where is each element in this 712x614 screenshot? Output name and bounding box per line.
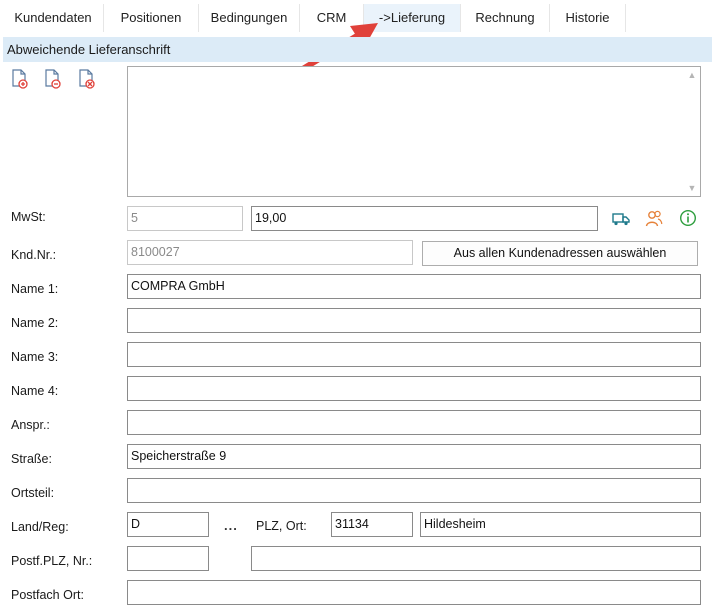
ort-field[interactable]: Hildesheim	[420, 512, 701, 537]
name3-field[interactable]	[127, 342, 701, 367]
select-customer-address-button[interactable]: Aus allen Kundenadressen auswählen	[422, 241, 698, 266]
name2-field[interactable]	[127, 308, 701, 333]
name4-field[interactable]	[127, 376, 701, 401]
address-textarea[interactable]: ▲ ▼	[127, 66, 701, 197]
ortsteil-label: Ortsteil:	[11, 486, 55, 500]
mwst-rate-field[interactable]: 19,00	[251, 206, 598, 231]
land-lookup-button[interactable]: ...	[224, 518, 238, 533]
name2-label: Name 2:	[11, 316, 59, 330]
section-title: Abweichende Lieferanschrift	[7, 42, 171, 57]
postf-plz-field[interactable]	[127, 546, 209, 571]
kndnr-field[interactable]: 8100027	[127, 240, 413, 265]
postf-label: Postf.PLZ, Nr.:	[11, 554, 93, 568]
mwst-code-field[interactable]: 5	[127, 206, 243, 231]
name1-field[interactable]: COMPRA GmbH	[127, 274, 701, 299]
tab-rechnung[interactable]: Rechnung	[461, 4, 550, 32]
document-delete-icon[interactable]	[78, 69, 96, 89]
land-field[interactable]: D	[127, 512, 209, 537]
kndnr-label: Knd.Nr.:	[11, 248, 57, 262]
ortsteil-field[interactable]	[127, 478, 701, 503]
land-label: Land/Reg:	[11, 520, 69, 534]
anspr-field[interactable]	[127, 410, 701, 435]
tab-kundendaten[interactable]: Kundendaten	[3, 4, 104, 32]
textarea-scrollbar[interactable]: ▲ ▼	[684, 67, 700, 196]
info-icon[interactable]	[679, 209, 697, 227]
document-edit-icon[interactable]	[44, 69, 62, 89]
strasse-field[interactable]: Speicherstraße 9	[127, 444, 701, 469]
postf-nr-field[interactable]	[251, 546, 701, 571]
anspr-label: Anspr.:	[11, 418, 50, 432]
postfach-ort-field[interactable]	[127, 580, 701, 605]
name4-label: Name 4:	[11, 384, 59, 398]
plz-ort-label: PLZ, Ort:	[256, 519, 307, 533]
scroll-up-icon[interactable]: ▲	[687, 70, 697, 80]
tab-historie[interactable]: Historie	[550, 4, 626, 32]
tab-positionen[interactable]: Positionen	[104, 4, 199, 32]
contacts-icon[interactable]	[645, 209, 663, 227]
postfach-ort-label: Postfach Ort:	[11, 588, 84, 602]
document-add-icon[interactable]	[11, 69, 29, 89]
name1-label: Name 1:	[11, 282, 59, 296]
plz-field[interactable]: 31134	[331, 512, 413, 537]
section-header: Abweichende Lieferanschrift	[3, 37, 712, 62]
name3-label: Name 3:	[11, 350, 59, 364]
strasse-label: Straße:	[11, 452, 52, 466]
scroll-down-icon[interactable]: ▼	[687, 183, 697, 193]
truck-icon[interactable]	[612, 209, 630, 227]
mwst-label: MwSt:	[11, 210, 46, 224]
